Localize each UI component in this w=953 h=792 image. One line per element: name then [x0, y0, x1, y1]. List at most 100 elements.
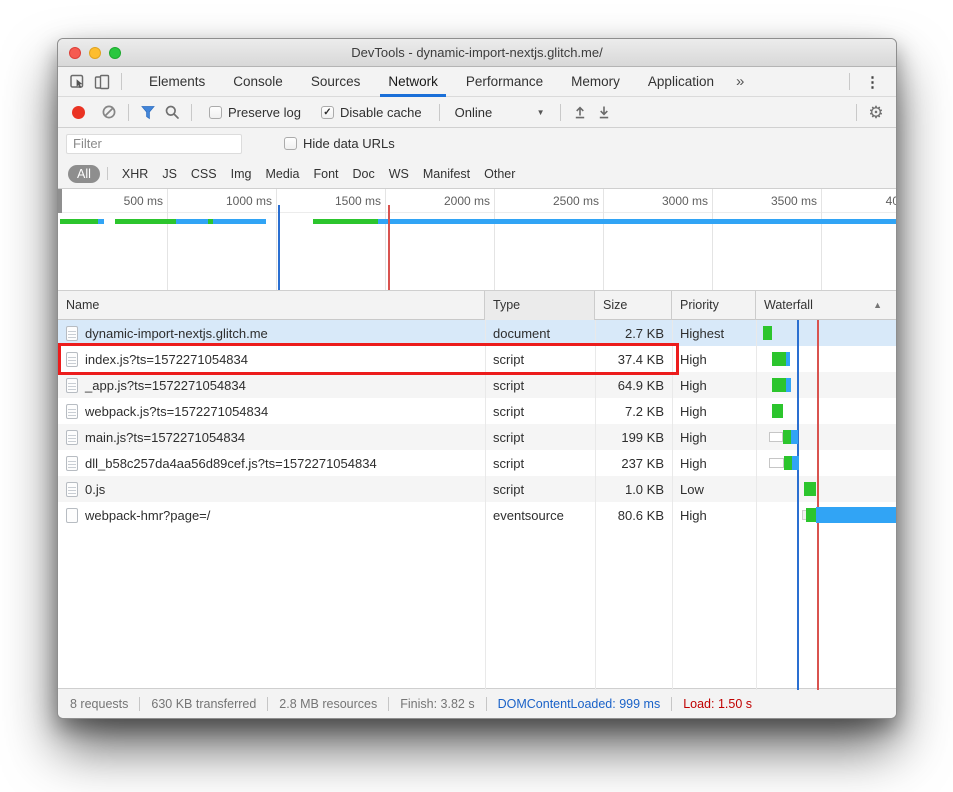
overview-request-bar [313, 219, 378, 224]
column-header-name[interactable]: Name [58, 291, 485, 320]
timeline-gridline [712, 189, 713, 290]
timeline-overview[interactable]: 500 ms1000 ms1500 ms2000 ms2500 ms3000 m… [58, 189, 896, 291]
tab-elements[interactable]: Elements [135, 67, 219, 97]
requests-count: 8 requests [70, 697, 128, 711]
devtools-tabbar: Elements Console Sources Network Perform… [58, 67, 896, 97]
tab-application[interactable]: Application [634, 67, 728, 97]
request-name: 0.js [85, 482, 105, 497]
table-row[interactable]: webpack-hmr?page=/ eventsource 80.6 KB H… [58, 502, 896, 528]
filter-pill-manifest[interactable]: Manifest [416, 165, 477, 183]
filter-pill-ws[interactable]: WS [382, 165, 416, 183]
table-row[interactable]: main.js?ts=1572271054834 script 199 KB H… [58, 424, 896, 450]
request-type: script [485, 430, 595, 445]
divider [560, 104, 561, 121]
tab-performance[interactable]: Performance [452, 67, 557, 97]
table-row[interactable]: webpack.js?ts=1572271054834 script 7.2 K… [58, 398, 896, 424]
filter-pill-doc[interactable]: Doc [346, 165, 382, 183]
hide-data-urls-checkbox[interactable]: Hide data URLs [284, 136, 395, 151]
overview-drag-handle[interactable] [58, 189, 62, 213]
request-name: dynamic-import-nextjs.glitch.me [85, 326, 268, 341]
waterfall-bar [806, 508, 816, 522]
resources-size: 2.8 MB resources [279, 697, 377, 711]
filter-pill-all[interactable]: All [68, 165, 100, 183]
window-titlebar[interactable]: DevTools - dynamic-import-nextjs.glitch.… [58, 39, 896, 67]
column-header-waterfall[interactable]: Waterfall ▲ [756, 291, 896, 320]
table-row-highlighted[interactable]: index.js?ts=1572271054834 script 37.4 KB… [58, 346, 896, 372]
checkbox-unchecked[interactable] [209, 106, 222, 119]
panel-tabs: Elements Console Sources Network Perform… [135, 67, 728, 97]
file-icon [66, 352, 78, 367]
request-name: webpack-hmr?page=/ [85, 508, 210, 523]
filter-pill-css[interactable]: CSS [184, 165, 224, 183]
request-name: webpack.js?ts=1572271054834 [85, 404, 268, 419]
table-row[interactable]: 0.js script 1.0 KB Low [58, 476, 896, 502]
divider [267, 697, 268, 711]
checkbox-unchecked[interactable] [284, 137, 297, 150]
devtools-menu-button[interactable]: ⋮ [857, 73, 888, 91]
filter-pill-xhr[interactable]: XHR [115, 165, 155, 183]
waterfall-bar [786, 378, 791, 392]
column-header-priority[interactable]: Priority [672, 291, 756, 320]
request-priority: Low [672, 482, 756, 497]
timeline-gridline [276, 189, 277, 290]
throttling-select[interactable]: Online ▼ [455, 105, 545, 120]
settings-gear-icon[interactable]: ⚙ [864, 100, 888, 124]
clear-button[interactable] [97, 100, 121, 124]
preserve-log-checkbox[interactable]: Preserve log [209, 105, 301, 120]
request-size: 37.4 KB [595, 352, 672, 367]
table-row[interactable]: dll_b58c257da4aa56d89cef.js?ts=157227105… [58, 450, 896, 476]
waterfall-bar [783, 430, 791, 444]
divider [139, 697, 140, 711]
request-size: 199 KB [595, 430, 672, 445]
waterfall-bar [786, 352, 790, 366]
request-name: dll_b58c257da4aa56d89cef.js?ts=157227105… [85, 456, 377, 471]
filter-row: Hide data URLs [58, 128, 896, 159]
tab-memory[interactable]: Memory [557, 67, 634, 97]
filter-input[interactable] [66, 134, 242, 154]
timeline-tick-label: 1000 ms [186, 189, 272, 213]
inspect-element-icon[interactable] [66, 70, 90, 94]
sort-ascending-icon: ▲ [873, 291, 882, 320]
tab-network[interactable]: Network [374, 67, 452, 97]
device-toolbar-icon[interactable] [90, 70, 114, 94]
column-header-size[interactable]: Size [595, 291, 672, 320]
file-icon [66, 326, 78, 341]
file-icon [66, 404, 78, 419]
divider [121, 73, 122, 90]
request-priority: High [672, 352, 756, 367]
waterfall-header-label: Waterfall [764, 298, 813, 312]
request-type: script [485, 482, 595, 497]
request-size: 237 KB [595, 456, 672, 471]
column-header-type[interactable]: Type [485, 291, 595, 320]
overview-request-bar [98, 219, 104, 224]
filter-funnel-icon[interactable] [136, 100, 160, 124]
domcontentloaded-time: DOMContentLoaded: 999 ms [498, 697, 661, 711]
waterfall-bar [784, 456, 792, 470]
request-type: script [485, 378, 595, 393]
tab-sources[interactable]: Sources [297, 67, 375, 97]
disable-cache-checkbox[interactable]: ✓ Disable cache [321, 105, 422, 120]
divider [191, 104, 192, 121]
checkbox-checked[interactable]: ✓ [321, 106, 334, 119]
export-har-icon[interactable] [592, 100, 616, 124]
waterfall-bar [804, 482, 816, 496]
search-icon[interactable] [160, 100, 184, 124]
filter-pill-other[interactable]: Other [477, 165, 522, 183]
import-har-icon[interactable] [568, 100, 592, 124]
request-size: 1.0 KB [595, 482, 672, 497]
transferred-size: 630 KB transferred [151, 697, 256, 711]
throttling-value: Online [455, 105, 507, 120]
request-size: 80.6 KB [595, 508, 672, 523]
more-tabs-button[interactable]: » [728, 73, 752, 90]
table-row[interactable]: dynamic-import-nextjs.glitch.me document… [58, 320, 896, 346]
filter-pill-media[interactable]: Media [258, 165, 306, 183]
tab-console[interactable]: Console [219, 67, 297, 97]
divider [486, 697, 487, 711]
filter-pill-js[interactable]: JS [155, 165, 184, 183]
resource-type-filters: All XHR JS CSS Img Media Font Doc WS Man… [58, 159, 896, 189]
record-button[interactable] [72, 106, 85, 119]
filter-pill-font[interactable]: Font [307, 165, 346, 183]
column-separator [485, 320, 486, 690]
table-row[interactable]: _app.js?ts=1572271054834 script 64.9 KB … [58, 372, 896, 398]
filter-pill-img[interactable]: Img [224, 165, 259, 183]
